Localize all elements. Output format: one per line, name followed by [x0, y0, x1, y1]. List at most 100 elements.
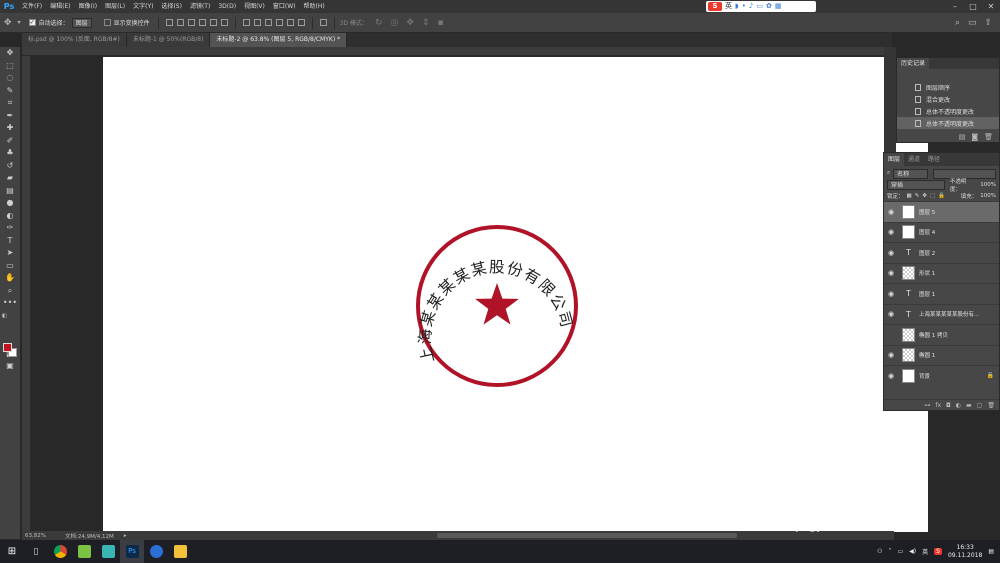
align-vcenter-icon[interactable] — [176, 19, 184, 26]
align-left-icon[interactable] — [198, 19, 206, 26]
app-green-icon[interactable] — [72, 540, 96, 563]
adjustment-layer-icon[interactable]: ◐ — [956, 400, 961, 410]
windows-start-icon[interactable]: ⊞ — [0, 540, 24, 563]
default-colors-icon[interactable]: ◧ — [0, 310, 20, 323]
layer-row[interactable]: ◉ 形状 1 — [884, 262, 999, 284]
microphone-icon[interactable]: ♪ — [749, 1, 753, 12]
chrome-icon[interactable] — [48, 540, 72, 563]
fx-icon[interactable]: fx — [935, 400, 941, 410]
lock-all-icon[interactable]: 🔒 — [938, 193, 945, 199]
history-item[interactable]: 图层顺序 — [897, 81, 999, 93]
menu-view[interactable]: 视图(V) — [240, 0, 269, 13]
sogou-tray-icon[interactable]: S — [934, 548, 942, 555]
visibility-eye-icon[interactable]: ◉ — [884, 228, 898, 236]
new-layer-icon[interactable]: ▢ — [977, 400, 983, 410]
close-icon[interactable]: ✕ — [982, 0, 1000, 13]
tab-channels[interactable]: 通道 — [904, 153, 924, 166]
healing-brush-tool-icon[interactable]: ✚ — [0, 122, 20, 135]
app-blue-icon[interactable] — [144, 540, 168, 563]
distribute-right-icon[interactable] — [297, 19, 305, 26]
tray-chevron-icon[interactable]: ˄ — [889, 548, 892, 555]
app-teal-icon[interactable] — [96, 540, 120, 563]
distribute-bottom-icon[interactable] — [264, 19, 272, 26]
keyboard-icon[interactable]: ▭ — [756, 1, 763, 12]
blend-mode-dropdown[interactable]: 穿插 — [887, 179, 945, 190]
trash-icon[interactable]: 🗑 — [987, 400, 995, 410]
more-tools-icon[interactable]: ••• — [0, 297, 20, 310]
new-document-icon[interactable]: ▤ — [959, 132, 966, 142]
clone-stamp-tool-icon[interactable]: ♣ — [0, 147, 20, 160]
volume-icon[interactable]: ◀) — [909, 548, 916, 555]
align-bottom-icon[interactable] — [187, 19, 195, 26]
tab-history[interactable]: 历史记录 — [897, 58, 930, 69]
people-icon[interactable]: ⚇ — [877, 548, 882, 555]
shape-tool-icon[interactable]: ▭ — [0, 260, 20, 273]
move-tool-icon[interactable]: ✥ — [0, 47, 20, 60]
filter-kind-dropdown[interactable]: 名称 — [893, 168, 928, 179]
menu-image[interactable]: 图像(I) — [75, 0, 101, 13]
crop-tool-icon[interactable]: ⌗ — [0, 97, 20, 110]
foreground-color-swatch[interactable] — [3, 343, 12, 352]
minimize-icon[interactable]: – — [946, 0, 964, 13]
menu-3d[interactable]: 3D(D) — [214, 0, 240, 13]
tab-paths[interactable]: 路径 — [924, 153, 944, 166]
tab-document-1[interactable]: 标.psd @ 100% (反面, RGB/8#) — [22, 33, 127, 47]
distribute-vcenter-icon[interactable] — [253, 19, 261, 26]
workspace-icon[interactable]: ▭ — [964, 18, 981, 28]
share-icon[interactable]: ⇪ — [980, 18, 996, 28]
visibility-eye-icon[interactable]: ◉ — [884, 351, 898, 359]
distribute-hcenter-icon[interactable] — [286, 19, 294, 26]
path-select-tool-icon[interactable]: ➤ — [0, 247, 20, 260]
layer-row[interactable]: ◉ 图层 5 — [884, 201, 999, 222]
layer-row[interactable]: ◉ 图层 4 — [884, 221, 999, 243]
network-icon[interactable]: ▭ — [898, 548, 904, 555]
3d-slide-icon[interactable]: ⇕ — [418, 18, 434, 28]
eyedropper-tool-icon[interactable]: ✒ — [0, 110, 20, 123]
lock-transparent-icon[interactable]: ▦ — [907, 193, 912, 199]
history-item[interactable]: 总体不透明度更改 — [897, 117, 999, 129]
zoom-tool-icon[interactable]: ⌕ — [0, 285, 20, 298]
horizontal-scrollbar[interactable] — [437, 533, 737, 538]
menu-type[interactable]: 文字(Y) — [129, 0, 157, 13]
clock[interactable]: 16:33 09.11.2018 — [948, 544, 982, 560]
file-explorer-icon[interactable] — [168, 540, 192, 563]
pen-tool-icon[interactable]: ✑ — [0, 222, 20, 235]
sogou-icon[interactable]: S — [708, 2, 722, 11]
show-transform-checkbox[interactable] — [103, 19, 111, 26]
brush-tool-icon[interactable]: ✐ — [0, 135, 20, 148]
add-mask-icon[interactable]: ◘ — [946, 400, 951, 410]
tab-document-2[interactable]: 未标题-1 @ 50%(RGB/8) — [126, 33, 211, 47]
3d-scale-icon[interactable]: ▪ — [433, 18, 447, 28]
3d-pan-icon[interactable]: ✥ — [402, 18, 418, 28]
moon-icon[interactable]: ◗ — [735, 1, 739, 12]
move-tool-icon[interactable]: ✥ — [0, 18, 16, 28]
fill-value[interactable]: 100% — [980, 193, 996, 199]
visibility-eye-icon[interactable]: ◉ — [884, 249, 898, 257]
toolbox-icon[interactable]: ▦ — [775, 1, 782, 12]
menu-filter[interactable]: 滤镜(T) — [186, 0, 214, 13]
blur-tool-icon[interactable]: ● — [0, 197, 20, 210]
align-hcenter-icon[interactable] — [209, 19, 217, 26]
dodge-tool-icon[interactable]: ◐ — [0, 210, 20, 223]
layer-row[interactable]: ◉ 椭圆 1 — [884, 344, 999, 366]
visibility-eye-icon[interactable]: ◉ — [884, 290, 898, 298]
menu-edit[interactable]: 编辑(E) — [46, 0, 74, 13]
layer-row[interactable]: 椭圆 1 拷贝 — [884, 324, 999, 345]
visibility-eye-icon[interactable]: ◉ — [884, 269, 898, 277]
skin-icon[interactable]: ✿ — [766, 1, 772, 12]
eraser-tool-icon[interactable]: ▰ — [0, 172, 20, 185]
photoshop-taskbar-icon[interactable]: Ps — [120, 540, 144, 563]
document-canvas[interactable]: 上海某某某某某股份有限公司 — [103, 57, 928, 532]
opacity-value[interactable]: 100% — [980, 182, 996, 188]
gradient-tool-icon[interactable]: ▤ — [0, 185, 20, 198]
chevron-down-icon[interactable]: ▾ — [16, 19, 23, 26]
maximize-icon[interactable]: □ — [964, 0, 982, 13]
camera-icon[interactable]: ◙ — [971, 132, 978, 142]
distribute-left-icon[interactable] — [275, 19, 283, 26]
tab-document-3[interactable]: 未标题-2 @ 63.8% (图层 5, RGB/8/CMYK) * — [210, 33, 348, 47]
lock-artboard-icon[interactable]: ⬚ — [930, 193, 935, 199]
task-view-icon[interactable]: ▯ — [24, 540, 48, 563]
ruler-horizontal[interactable] — [22, 47, 894, 56]
visibility-eye-icon[interactable]: ◉ — [884, 208, 898, 216]
3d-rotate-icon[interactable]: ↻ — [371, 18, 387, 28]
